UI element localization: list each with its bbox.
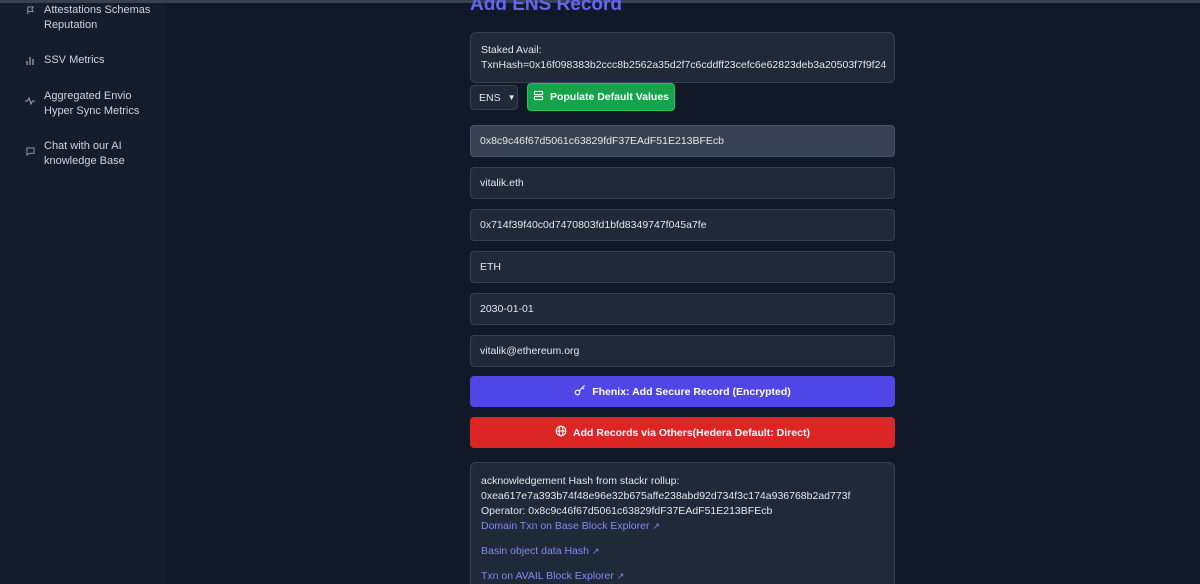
sidebar: Attestations Schemas Reputation SSV Metr… bbox=[0, 3, 165, 584]
select-value: ENS bbox=[479, 91, 501, 104]
fhenix-add-secure-record-button[interactable]: Fhenix: Add Secure Record (Encrypted) bbox=[470, 376, 895, 407]
chevron-down-icon: ▼ bbox=[507, 93, 516, 102]
bar-chart-icon bbox=[24, 53, 36, 68]
ens-name-value: vitalik.eth bbox=[480, 177, 524, 189]
globe-icon bbox=[555, 425, 567, 440]
sidebar-item-label: SSV Metrics bbox=[44, 54, 105, 66]
fhenix-button-label: Fhenix: Add Secure Record (Encrypted) bbox=[592, 385, 791, 398]
external-link-icon: ↗ bbox=[591, 546, 600, 556]
base-explorer-link[interactable]: Domain Txn on Base Block Explorer ↗ bbox=[481, 519, 884, 534]
sidebar-item-envio-metrics[interactable]: Aggregated Envio Hyper Sync Metrics bbox=[24, 89, 139, 119]
coin-value: ETH bbox=[480, 261, 501, 273]
staked-label: Staked Avail: bbox=[481, 44, 542, 56]
flag-icon bbox=[24, 3, 36, 18]
database-icon bbox=[533, 90, 544, 104]
staked-txn-hash: TxnHash=0x16f098383b2ccc8b2562a35d2f7c6c… bbox=[481, 59, 887, 71]
resolver-value: 0x714f39f40c0d7470803fd1bfd8349747f045a7… bbox=[480, 219, 707, 231]
populate-button-label: Populate Default Values bbox=[549, 91, 670, 103]
sidebar-item-ai-chat[interactable]: Chat with our AI knowledge Base bbox=[24, 139, 125, 169]
address-value: 0x8c9c46f67d5061c63829fdF37EAdF51E213BFE… bbox=[480, 135, 725, 147]
ens-name-field[interactable]: vitalik.eth bbox=[470, 167, 895, 199]
basin-hash-link-label: Basin object data Hash bbox=[481, 545, 589, 557]
record-type-select[interactable]: ENS ▼ bbox=[470, 85, 518, 110]
sidebar-item-label: Chat with our AI knowledge Base bbox=[44, 140, 125, 167]
expiry-date-field[interactable]: 2030-01-01 bbox=[470, 293, 895, 325]
populate-default-values-button[interactable]: Populate Default Values bbox=[527, 83, 675, 111]
resolver-field[interactable]: 0x714f39f40c0d7470803fd1bfd8349747f045a7… bbox=[470, 209, 895, 241]
avail-explorer-link-label: Txn on AVAIL Block Explorer bbox=[481, 570, 614, 582]
email-value: vitalik@ethereum.org bbox=[480, 345, 580, 357]
basin-hash-link[interactable]: Basin object data Hash ↗ bbox=[481, 544, 884, 559]
coin-field[interactable]: ETH bbox=[470, 251, 895, 283]
result-card: acknowledgement Hash from stackr rollup:… bbox=[470, 462, 895, 584]
external-link-icon: ↗ bbox=[652, 521, 661, 531]
message-icon bbox=[24, 146, 36, 156]
external-link-icon: ↗ bbox=[616, 571, 625, 581]
operator-address: Operator: 0x8c9c46f67d5061c63829fdF37EAd… bbox=[481, 505, 773, 517]
ack-label: acknowledgement Hash from stackr rollup: bbox=[481, 475, 680, 487]
sidebar-item-label: Aggregated Envio Hyper Sync Metrics bbox=[44, 90, 140, 117]
address-field[interactable]: 0x8c9c46f67d5061c63829fdF37EAdF51E213BFE… bbox=[470, 125, 895, 157]
add-records-via-others-button[interactable]: Add Records via Others(Hedera Default: D… bbox=[470, 417, 895, 448]
avail-explorer-link[interactable]: Txn on AVAIL Block Explorer ↗ bbox=[481, 569, 884, 584]
activity-icon bbox=[24, 97, 36, 105]
email-field[interactable]: vitalik@ethereum.org bbox=[470, 335, 895, 367]
page-title: Add ENS Record bbox=[470, 0, 623, 15]
key-icon bbox=[574, 384, 586, 399]
sidebar-item-label: Attestations Schemas Reputation bbox=[44, 4, 151, 31]
expiry-date-value: 2030-01-01 bbox=[480, 303, 534, 315]
base-explorer-link-label: Domain Txn on Base Block Explorer bbox=[481, 520, 650, 532]
sidebar-item-ssv-metrics[interactable]: SSV Metrics bbox=[24, 53, 105, 68]
ack-hash: 0xea617e7a393b74f48e96e32b675affe238abd9… bbox=[481, 490, 851, 502]
sidebar-item-attestations[interactable]: Attestations Schemas Reputation bbox=[24, 3, 150, 33]
staked-avail-card: Staked Avail: TxnHash=0x16f098383b2ccc8b… bbox=[470, 32, 895, 83]
others-button-label: Add Records via Others(Hedera Default: D… bbox=[573, 426, 810, 439]
